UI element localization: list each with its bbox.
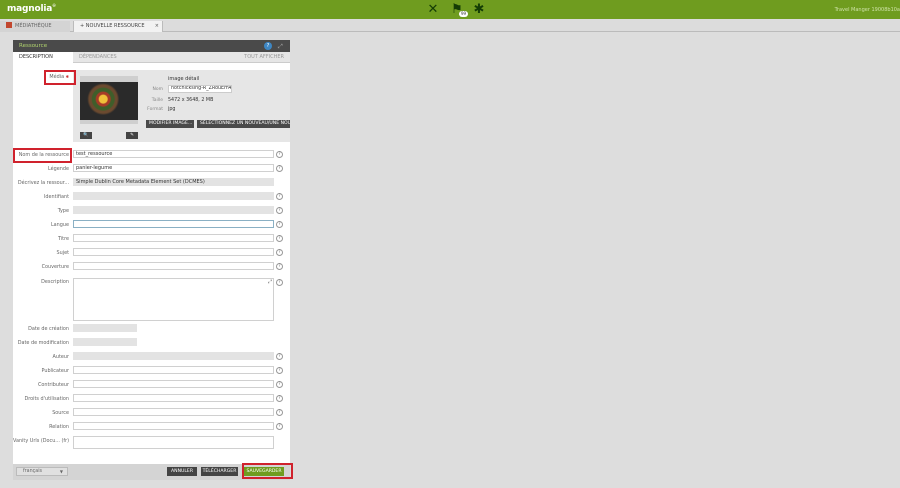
chevron-down-icon: ▼ <box>59 469 63 474</box>
help-icon[interactable]: ? <box>276 235 283 242</box>
magnolia-logo[interactable]: magnolia® <box>7 3 56 14</box>
created-date-field <box>73 324 137 332</box>
caption-input[interactable]: panier-legume <box>73 164 274 172</box>
description-textarea[interactable]: ⤢ <box>73 278 274 321</box>
tools-icon[interactable]: ✕ <box>425 2 441 17</box>
zoom-icon[interactable]: 🔍 <box>80 132 92 139</box>
app-tab-bar: MÉDIATHÈQUE + NOUVELLE RESSOURCE × <box>0 19 900 32</box>
contributor-input[interactable] <box>73 380 274 388</box>
relation-label: Relation <box>49 424 69 430</box>
download-button[interactable]: TÉLÉCHARGER <box>201 467 238 476</box>
source-input[interactable] <box>73 408 274 416</box>
dialog-header: Ressource ? ⤢ <box>13 40 290 52</box>
dialog-footer: français ▼ ANNULER TÉLÉCHARGER SAUVEGARD… <box>13 464 290 480</box>
select-new-media-button[interactable]: SÉLECTIONNEZ UN NOUVEAU/UNE NOUVE <box>197 120 290 128</box>
media-app-icon <box>6 22 12 28</box>
tab-nouvelle-ressource[interactable]: + NOUVELLE RESSOURCE × <box>73 21 163 32</box>
edit-icon[interactable]: ✎ <box>126 132 138 139</box>
help-icon[interactable]: ? <box>276 221 283 228</box>
media-size-value: 5472 x 3648, 2 MB <box>168 98 214 103</box>
media-name-label: Nom <box>152 87 163 92</box>
identifier-field <box>73 192 274 200</box>
user-name[interactable]: Travel Manger 19008b10a <box>835 7 900 13</box>
help-icon[interactable]: ? <box>276 353 283 360</box>
modified-date-field <box>73 338 137 346</box>
resource-name-input[interactable]: test_ressource <box>73 150 274 158</box>
help-icon[interactable]: ? <box>276 367 283 374</box>
help-icon[interactable]: ? <box>276 193 283 200</box>
help-icon[interactable]: ? <box>264 42 272 50</box>
subject-input[interactable] <box>73 248 274 256</box>
type-label: Type <box>57 208 69 214</box>
publisher-input[interactable] <box>73 366 274 374</box>
modify-image-button[interactable]: MODIFIER IMAGE... <box>146 120 194 128</box>
apps-icon[interactable]: ✱ <box>471 2 487 17</box>
description-label: Description <box>41 279 69 285</box>
vanity-urls-input[interactable] <box>73 436 274 449</box>
source-label: Source <box>52 410 69 416</box>
identifier-label: Identifiant <box>43 194 69 200</box>
vanity-urls-label: Vanity Urls (Docu... (fr) <box>13 438 70 444</box>
dialog-form: Média ✱ 🔍 ✎ image détail Nom hotchicksin… <box>13 63 290 464</box>
tab-mediatheque[interactable]: MÉDIATHÈQUE <box>0 21 70 32</box>
modified-date-label: Date de modification <box>17 340 69 346</box>
help-icon[interactable]: ? <box>276 279 283 286</box>
title-input[interactable] <box>73 234 274 242</box>
caption-label: Légende <box>48 166 69 172</box>
resource-name-label: Nom de la ressource <box>18 152 69 158</box>
help-icon[interactable]: ? <box>276 381 283 388</box>
save-button[interactable]: SAUVEGARDER <box>244 467 284 476</box>
subject-label: Sujet <box>56 250 70 256</box>
tab-dependances[interactable]: DÉPENDANCES <box>79 52 117 63</box>
help-icon[interactable]: ? <box>276 409 283 416</box>
describe-label: Décrivez la ressour... <box>17 180 69 186</box>
tab-description[interactable]: DESCRIPTION <box>13 52 73 63</box>
media-thumbnail: 🔍 ✎ <box>80 76 138 139</box>
tab-tout-afficher[interactable]: TOUT AFFICHER <box>244 52 284 63</box>
app-header: magnolia® ✕ ⚑ 99 ✱ Travel Manger 19008b1… <box>0 0 900 19</box>
help-icon[interactable]: ? <box>276 151 283 158</box>
type-field <box>73 206 274 214</box>
notification-badge: 99 <box>459 11 468 17</box>
help-icon[interactable]: ? <box>276 249 283 256</box>
help-icon[interactable]: ? <box>276 263 283 270</box>
coverage-label: Couverture <box>41 264 69 270</box>
resize-icon[interactable]: ⤢ <box>268 279 272 285</box>
resource-dialog: Ressource ? ⤢ DESCRIPTION DÉPENDANCES TO… <box>13 40 290 480</box>
relation-input[interactable] <box>73 422 274 430</box>
media-size-label: Taille <box>151 98 163 103</box>
cancel-button[interactable]: ANNULER <box>167 467 197 476</box>
media-format-value: jpg <box>168 107 176 112</box>
dialog-tabs: DESCRIPTION DÉPENDANCES TOUT AFFICHER <box>13 52 290 63</box>
media-label: Média ✱ <box>49 74 69 80</box>
media-field: 🔍 ✎ image détail Nom hotchicksing-R_ZRou… <box>73 70 290 142</box>
contributor-label: Contributeur <box>37 382 69 388</box>
describe-value: Simple Dublin Core Metadata Element Set … <box>73 178 274 186</box>
help-icon[interactable]: ? <box>276 165 283 172</box>
language-select[interactable]: français ▼ <box>16 467 68 476</box>
close-icon[interactable]: × <box>155 21 159 32</box>
publisher-label: Publicateur <box>41 368 69 374</box>
title-label: Titre <box>57 236 69 242</box>
rights-label: Droits d'utilisation <box>24 396 70 402</box>
media-title: image détail <box>168 76 200 82</box>
required-icon: ✱ <box>65 74 69 79</box>
tab-mediatheque-label: MÉDIATHÈQUE <box>15 23 52 29</box>
media-name-input[interactable]: hotchicksing-R_ZRouEm4 <box>168 85 232 93</box>
author-label: Auteur <box>52 354 69 360</box>
coverage-input[interactable] <box>73 262 274 270</box>
help-icon[interactable]: ? <box>276 423 283 430</box>
created-date-label: Date de création <box>28 326 69 332</box>
author-field <box>73 352 274 360</box>
rights-input[interactable] <box>73 394 274 402</box>
media-format-label: Format <box>147 107 163 112</box>
language-input[interactable] <box>73 220 274 228</box>
media-preview-image[interactable] <box>80 82 138 120</box>
help-icon[interactable]: ? <box>276 207 283 214</box>
tab-nouvelle-ressource-label: NOUVELLE RESSOURCE <box>85 23 145 29</box>
plus-icon: + <box>80 23 85 29</box>
help-icon[interactable]: ? <box>276 395 283 402</box>
language-label: Langue <box>50 222 69 228</box>
dialog-title: Ressource <box>19 43 48 49</box>
